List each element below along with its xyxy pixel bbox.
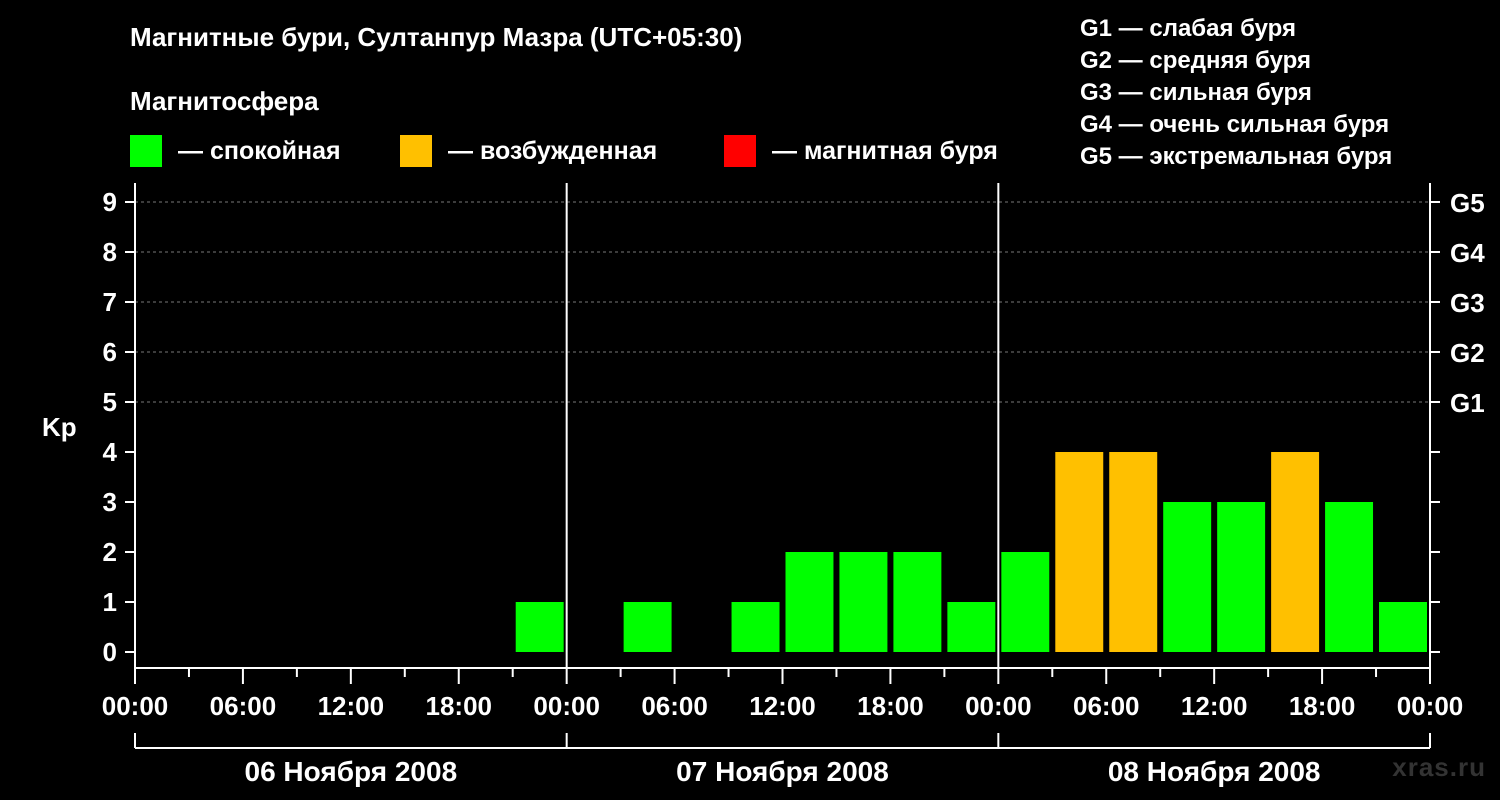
y-tick-label: 1: [103, 587, 117, 617]
kp-bar: [1271, 452, 1320, 652]
x-tick-label: 12:00: [1181, 691, 1248, 721]
x-tick-label: 18:00: [426, 691, 493, 721]
x-tick-label: 12:00: [749, 691, 816, 721]
x-tick-label: 18:00: [1289, 691, 1356, 721]
y-tick-label: 3: [103, 487, 117, 517]
kp-bar: [785, 552, 834, 652]
x-tick-label: 00:00: [102, 691, 169, 721]
x-tick-label: 00:00: [965, 691, 1032, 721]
kp-bar: [839, 552, 888, 652]
y-tick-label: 6: [103, 337, 117, 367]
y-tick-label: 5: [103, 387, 117, 417]
y-tick-label: 9: [103, 187, 117, 217]
day-label: 07 Ноября 2008: [676, 756, 889, 787]
x-tick-label: 06:00: [1073, 691, 1140, 721]
x-tick-label: 18:00: [857, 691, 924, 721]
x-tick-label: 06:00: [641, 691, 708, 721]
g-level-label: G1: [1450, 388, 1485, 418]
kp-bar: [947, 602, 996, 652]
kp-bar-chart: 0 1 2 3 4 5 6 7 8 9 G1 G2 G3 G4 G5 00:00 06:00 12:00 18:00…: [102, 183, 1485, 787]
kp-bar: [1325, 502, 1374, 652]
g-level-label: G4: [1450, 238, 1485, 268]
x-tick-label: 12:00: [318, 691, 385, 721]
kp-bar: [1001, 552, 1050, 652]
kp-bar: [1379, 602, 1427, 652]
kp-bar: [731, 602, 780, 652]
y-tick-label: 8: [103, 237, 117, 267]
x-tick-label: 06:00: [210, 691, 277, 721]
x-tick-label: 00:00: [533, 691, 600, 721]
kp-bar: [1163, 502, 1212, 652]
kp-bar: [515, 602, 564, 652]
day-label: 08 Ноября 2008: [1108, 756, 1321, 787]
x-tick-label: 00:00: [1397, 691, 1464, 721]
y-tick-label: 7: [103, 287, 117, 317]
kp-bar: [1109, 452, 1158, 652]
kp-bar: [893, 552, 942, 652]
y-tick-label: 2: [103, 537, 117, 567]
kp-bar: [623, 602, 672, 652]
g-level-label: G2: [1450, 338, 1485, 368]
g-level-label: G5: [1450, 188, 1485, 218]
y-tick-label: 0: [103, 637, 117, 667]
kp-bar: [1055, 452, 1104, 652]
kp-bar: [1217, 502, 1266, 652]
y-tick-label: 4: [103, 437, 118, 467]
g-level-label: G3: [1450, 288, 1485, 318]
day-label: 06 Ноября 2008: [245, 756, 458, 787]
